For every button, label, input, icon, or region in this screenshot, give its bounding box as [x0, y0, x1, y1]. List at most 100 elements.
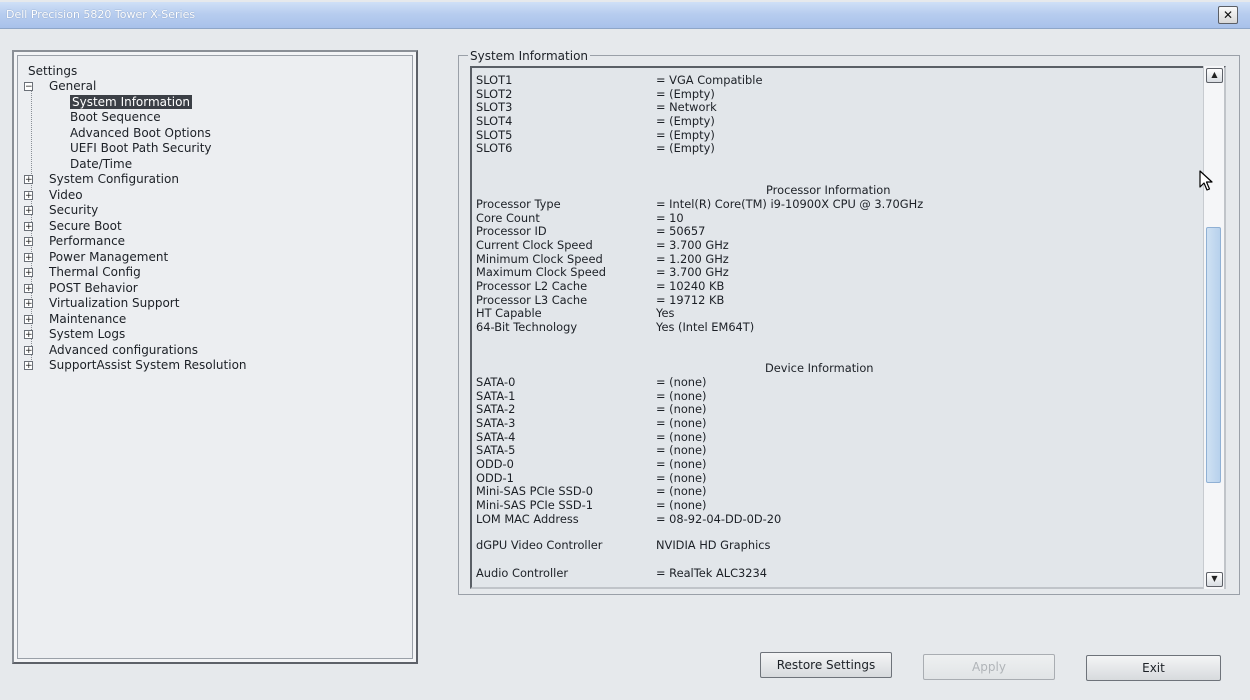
info-value: = (none) [656, 470, 707, 485]
collapse-icon[interactable]: − [24, 82, 33, 92]
info-value: = (none) [656, 456, 707, 471]
info-label: SATA-3 [476, 415, 516, 430]
info-label: Processor L3 Cache [476, 292, 588, 307]
info-value: = RealTek ALC3234 [656, 566, 768, 580]
window-title: Dell Precision 5820 Tower X-Series [6, 8, 196, 21]
tree-item-advanced-boot-options[interactable]: Advanced Boot Options [70, 126, 211, 141]
info-value: = 3.700 GHz [656, 237, 729, 252]
tree-item-supportassist-system-resolution[interactable]: SupportAssist System Resolution [49, 358, 247, 373]
info-label: Core Count [476, 210, 540, 225]
scroll-down-button[interactable]: ▼ [1206, 572, 1223, 587]
info-label: Processor Type [476, 197, 561, 211]
info-value: = (none) [656, 402, 707, 417]
apply-button[interactable]: Apply [923, 654, 1055, 680]
tree-item-label: System Information [70, 94, 193, 109]
tree-item-thermal-config[interactable]: Thermal Config [49, 265, 141, 280]
arrow-up-icon: ▲ [1211, 70, 1218, 79]
info-label: SATA-4 [476, 429, 516, 444]
tree-item-general[interactable]: General [49, 79, 96, 94]
settings-tree: Settings − General System Information Boot S… [17, 55, 413, 659]
info-label: SLOT4 [476, 113, 513, 128]
info-value: = (none) [656, 388, 707, 403]
tree-item-label: Advanced Boot Options [70, 125, 211, 140]
info-label: Mini-SAS PCIe SSD-0 [476, 484, 593, 499]
info-value: = (none) [656, 415, 707, 430]
info-label: Processor ID [476, 224, 547, 239]
info-value: = (none) [656, 429, 707, 444]
info-value: = Intel(R) Core(TM) i9-10900X CPU @ 3.70… [656, 197, 924, 211]
tree-item-advanced-configurations[interactable]: Advanced configurations [49, 343, 198, 358]
info-label: SLOT2 [476, 86, 513, 101]
tree-item-uefi-boot-path-security[interactable]: UEFI Boot Path Security [70, 141, 212, 156]
info-label: Processor L2 Cache [476, 278, 588, 293]
tree-item-power-management[interactable]: Power Management [49, 250, 168, 265]
tree-item-label: Date/Time [70, 156, 133, 171]
tree-item-system-configuration[interactable]: System Configuration [49, 172, 179, 187]
expand-icon[interactable]: + [24, 190, 33, 200]
info-label: HT Capable [476, 306, 542, 321]
info-label: LOM MAC Address [476, 511, 579, 526]
info-value: = (Empty) [656, 127, 715, 142]
info-value: NVIDIA HD Graphics [656, 538, 771, 552]
tree-item-system-information[interactable]: System Information [70, 94, 193, 110]
expand-icon[interactable]: + [24, 237, 33, 247]
expand-icon[interactable]: + [24, 283, 33, 293]
expand-icon[interactable]: + [24, 299, 33, 309]
tree-item-label: Boot Sequence [70, 110, 161, 124]
info-value: = (none) [656, 484, 707, 499]
info-label: SLOT5 [476, 127, 513, 142]
info-value: = VGA Compatible [656, 73, 763, 87]
info-label: Mini-SAS PCIe SSD-1 [476, 497, 593, 512]
tree-item-virtualization-support[interactable]: Virtualization Support [49, 296, 179, 311]
expand-icon[interactable]: + [24, 345, 33, 355]
tree-item-boot-sequence[interactable]: Boot Sequence [70, 110, 161, 125]
expand-icon[interactable]: + [24, 268, 33, 278]
info-value: = (none) [656, 375, 707, 389]
expand-icon[interactable]: + [24, 314, 33, 324]
panel-title: System Information [468, 49, 591, 63]
info-value: = 1.200 GHz [656, 251, 729, 266]
device-information-heading: Device Information [765, 361, 874, 375]
tree-item-security[interactable]: Security [49, 203, 98, 218]
info-label: Minimum Clock Speed [476, 251, 603, 266]
tree-root-settings: Settings [28, 64, 78, 78]
restore-settings-button[interactable]: Restore Settings [760, 652, 892, 678]
scroll-up-button[interactable]: ▲ [1206, 68, 1223, 83]
close-icon: ✕ [1222, 8, 1234, 22]
info-value: = 10240 KB [656, 278, 725, 293]
info-value: = (Empty) [656, 86, 715, 101]
info-value: = 3.700 GHz [656, 265, 729, 280]
close-button[interactable]: ✕ [1218, 6, 1238, 24]
info-label: dGPU Video Controller [476, 538, 603, 552]
info-label: SLOT1 [476, 73, 513, 87]
expand-icon[interactable]: + [24, 361, 33, 371]
tree-item-maintenance[interactable]: Maintenance [49, 312, 126, 327]
tree-item-post-behavior[interactable]: POST Behavior [49, 281, 138, 296]
tree-item-date-time[interactable]: Date/Time [70, 157, 132, 172]
expand-icon[interactable]: + [24, 252, 33, 262]
info-label: SATA-0 [476, 375, 516, 389]
tree-item-performance[interactable]: Performance [49, 234, 125, 249]
tree-item-label: UEFI Boot Path Security [70, 141, 212, 155]
info-label: SATA-2 [476, 402, 516, 417]
expand-icon[interactable]: + [24, 175, 33, 185]
expand-icon[interactable]: + [24, 221, 33, 231]
info-label: SATA-5 [476, 443, 516, 458]
expand-icon[interactable]: + [24, 330, 33, 340]
tree-item-video[interactable]: Video [49, 188, 83, 203]
info-label: Current Clock Speed [476, 237, 593, 252]
tree-item-system-logs[interactable]: System Logs [49, 327, 125, 342]
info-value: = 08-92-04-DD-0D-20 [656, 511, 782, 526]
mouse-cursor-icon [1199, 170, 1213, 191]
exit-button[interactable]: Exit [1086, 655, 1221, 681]
vertical-scrollbar[interactable]: ▲ ▼ [1203, 66, 1224, 589]
system-information-list: SLOT1 = VGA Compatible SLOT2 = (Empty) SLOT3… [470, 66, 1226, 589]
tree-item-secure-boot[interactable]: Secure Boot [49, 219, 122, 234]
expand-icon[interactable]: + [24, 206, 33, 216]
info-value: = 10 [656, 210, 684, 225]
info-label: SLOT3 [476, 100, 513, 115]
info-label: ODD-0 [476, 456, 514, 471]
info-value: = (none) [656, 443, 707, 458]
scroll-thumb[interactable] [1206, 227, 1221, 483]
info-label: Maximum Clock Speed [476, 265, 607, 280]
